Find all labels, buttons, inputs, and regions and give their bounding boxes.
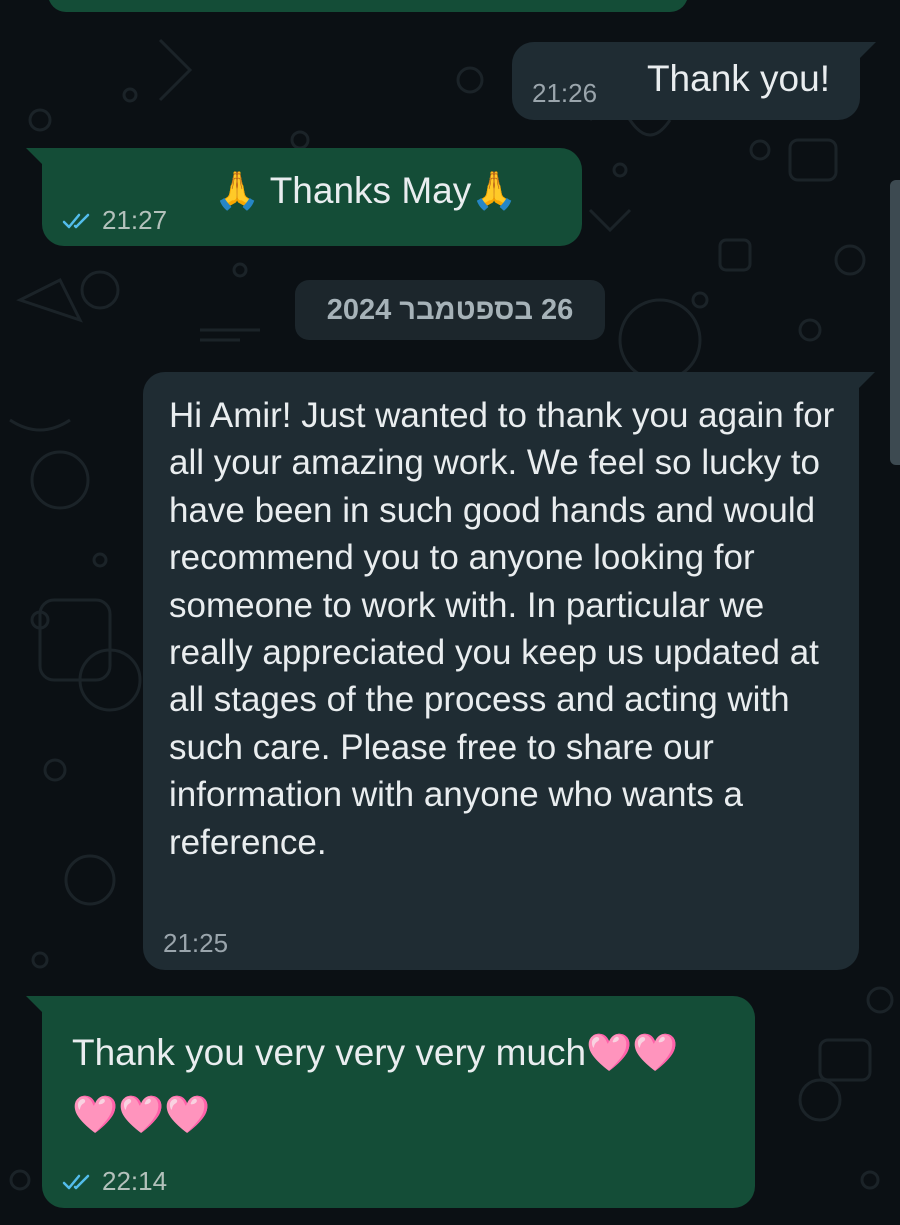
message-meta: 22:14 <box>62 1166 167 1197</box>
date-separator: 26 בספטמבר 2024 <box>295 280 605 340</box>
scrollbar-handle[interactable] <box>890 180 900 465</box>
outgoing-message[interactable]: Thank you very very very much🩷🩷 🩷🩷🩷 22:14 <box>26 996 755 1208</box>
message-time: 22:14 <box>102 1166 168 1196</box>
incoming-message[interactable]: Thank you! 21:26 <box>512 42 876 120</box>
bubble-tail <box>26 996 44 1014</box>
incoming-message[interactable]: Hi Amir! Just wanted to thank you again … <box>143 372 875 970</box>
bubble-tail <box>857 372 875 390</box>
message-text: 🙏 Thanks May🙏 <box>214 170 518 211</box>
bubble-tail <box>26 148 44 166</box>
message-time: 21:25 <box>163 928 229 958</box>
double-check-read-icon <box>62 213 90 228</box>
pink-heart-emoji: 🩷🩷 <box>586 1032 679 1073</box>
double-check-read-icon <box>62 1174 90 1189</box>
outgoing-message[interactable]: 🙏 Thanks May🙏 21:27 <box>26 148 582 246</box>
bubble-tail <box>858 42 876 60</box>
message-time: 21:26 <box>532 78 598 108</box>
message-text: Thank you very very very much🩷🩷 🩷🩷🩷 <box>72 1032 679 1135</box>
message-time: 21:27 <box>102 205 168 235</box>
pray-emoji: 🙏 <box>214 170 261 211</box>
message-text: Thank you! <box>646 58 830 99</box>
pray-emoji: 🙏 <box>471 170 518 211</box>
pink-heart-emoji: 🩷🩷🩷 <box>72 1094 211 1135</box>
message-meta: 21:27 <box>62 205 167 236</box>
previous-message-fragment <box>48 0 688 12</box>
message-text: Hi Amir! Just wanted to thank you again … <box>169 396 835 862</box>
